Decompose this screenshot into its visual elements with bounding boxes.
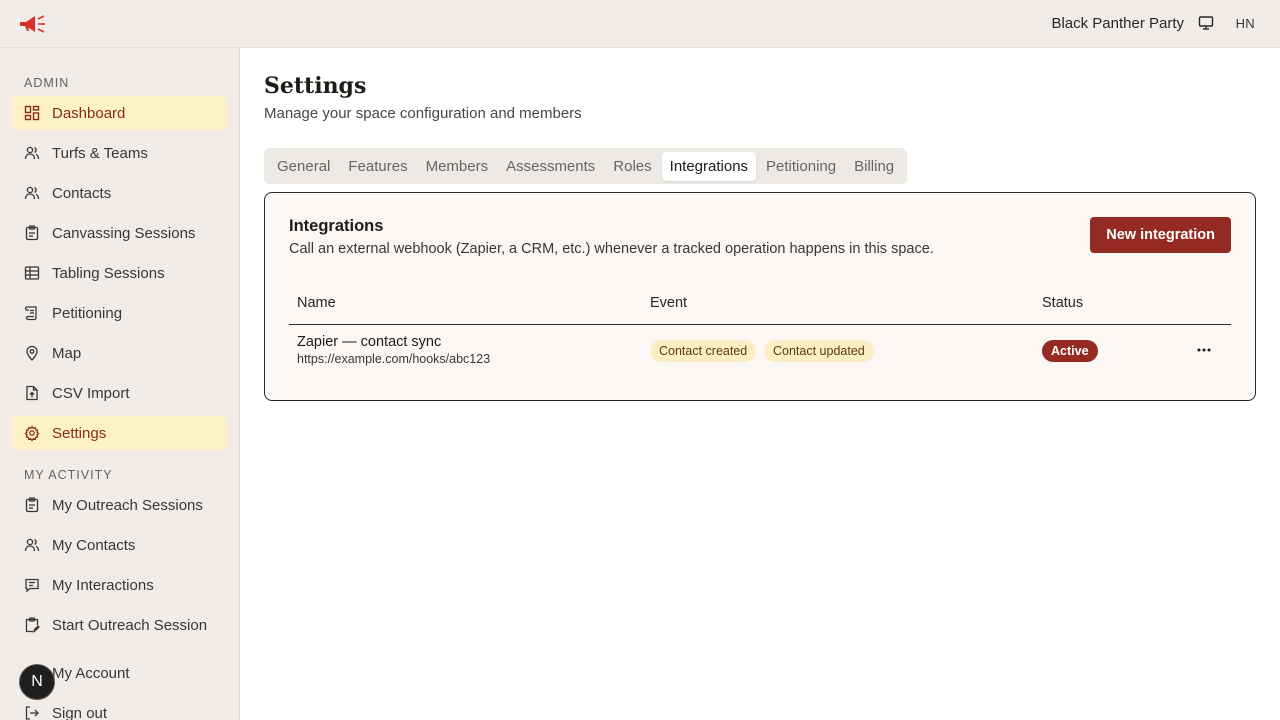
- column-header-status: Status: [1042, 295, 1084, 311]
- tab-general[interactable]: General: [269, 152, 338, 181]
- sidebar-item-label: Petitioning: [52, 304, 123, 322]
- table-icon: [24, 265, 40, 281]
- megaphone-logo-icon[interactable]: [18, 14, 46, 34]
- sign-out-icon: [24, 705, 40, 720]
- event-chip: Contact updated: [764, 340, 874, 362]
- status-badge: Active: [1042, 340, 1098, 362]
- tab-roles[interactable]: Roles: [605, 152, 659, 181]
- card-description: Call an external webhook (Zapier, a CRM,…: [289, 241, 934, 257]
- sidebar-item-label: Turfs & Teams: [52, 144, 148, 162]
- page-subtitle: Manage your space configuration and memb…: [264, 105, 582, 122]
- integration-url: https://example.com/hooks/abc123: [297, 352, 491, 366]
- tab-petitioning[interactable]: Petitioning: [758, 152, 844, 181]
- tab-billing[interactable]: Billing: [846, 152, 902, 181]
- new-integration-button[interactable]: New integration: [1090, 217, 1231, 253]
- sidebar-item-my-contacts[interactable]: My Contacts: [12, 528, 227, 562]
- sidebar-item-label: Canvassing Sessions: [52, 224, 196, 242]
- sidebar-item-start-outreach-session[interactable]: Start Outreach Session: [12, 608, 227, 642]
- sidebar-item-label: Settings: [52, 424, 107, 442]
- sidebar-item-label: Start Outreach Session: [52, 616, 208, 634]
- sidebar-item-contacts[interactable]: Contacts: [12, 176, 227, 210]
- file-upload-icon: [24, 385, 40, 401]
- tab-features[interactable]: Features: [340, 152, 415, 181]
- page-title: Settings: [264, 73, 367, 99]
- map-pin-icon: [24, 345, 40, 361]
- more-options-icon[interactable]: [1195, 341, 1213, 359]
- sidebar-item-sign-out[interactable]: Sign out: [12, 696, 227, 720]
- settings-tabs: General Features Members Assessments Rol…: [264, 148, 908, 184]
- card-title: Integrations: [289, 217, 384, 235]
- message-icon: [24, 577, 40, 593]
- sidebar-item-label: My Outreach Sessions: [52, 496, 203, 514]
- sidebar-item-dashboard[interactable]: Dashboard: [12, 96, 227, 130]
- sidebar-item-label: Tabling Sessions: [52, 264, 165, 282]
- monitor-icon[interactable]: [1198, 15, 1214, 31]
- clipboard-icon: [24, 497, 40, 513]
- sidebar-item-my-outreach-sessions[interactable]: My Outreach Sessions: [12, 488, 227, 522]
- sidebar-item-label: Sign out: [52, 704, 108, 720]
- tab-integrations[interactable]: Integrations: [661, 151, 757, 181]
- sidebar-item-label: Contacts: [52, 184, 112, 202]
- avatar[interactable]: N: [19, 664, 55, 700]
- column-header-event: Event: [650, 295, 688, 311]
- tab-members[interactable]: Members: [418, 152, 497, 181]
- event-chip: Contact created: [650, 340, 757, 362]
- integration-name: Zapier — contact sync: [297, 334, 442, 350]
- sidebar: ADMIN Dashboard Turfs & Teams Contacts C…: [0, 48, 240, 720]
- sidebar-item-settings[interactable]: Settings: [12, 416, 227, 450]
- top-bar: Black Panther Party HN: [0, 0, 1280, 48]
- sidebar-item-label: My Account: [52, 664, 130, 682]
- dashboard-icon: [24, 105, 40, 121]
- users-icon: [24, 145, 40, 161]
- clipboard-edit-icon: [24, 617, 40, 633]
- sidebar-item-canvassing-sessions[interactable]: Canvassing Sessions: [12, 216, 227, 250]
- integrations-card: Integrations Call an external webhook (Z…: [264, 192, 1256, 401]
- sidebar-item-label: My Contacts: [52, 536, 136, 554]
- users-icon: [24, 185, 40, 201]
- sidebar-item-csv-import[interactable]: CSV Import: [12, 376, 227, 410]
- gear-icon: [24, 425, 40, 441]
- sidebar-item-petitioning[interactable]: Petitioning: [12, 296, 227, 330]
- sidebar-item-label: CSV Import: [52, 384, 130, 402]
- column-header-name: Name: [297, 295, 336, 311]
- org-name[interactable]: Black Panther Party: [1051, 15, 1184, 32]
- section-label-admin: ADMIN: [24, 76, 70, 90]
- sidebar-item-label: Map: [52, 344, 82, 362]
- sidebar-item-my-interactions[interactable]: My Interactions: [12, 568, 227, 602]
- sidebar-item-map[interactable]: Map: [12, 336, 227, 370]
- scroll-icon: [24, 305, 40, 321]
- users-icon: [24, 537, 40, 553]
- sidebar-item-tabling-sessions[interactable]: Tabling Sessions: [12, 256, 227, 290]
- user-initials[interactable]: HN: [1236, 16, 1255, 31]
- clipboard-icon: [24, 225, 40, 241]
- sidebar-item-label: My Interactions: [52, 576, 154, 594]
- section-label-my-activity: MY ACTIVITY: [24, 468, 113, 482]
- sidebar-item-turfs-teams[interactable]: Turfs & Teams: [12, 136, 227, 170]
- table-header-divider: [289, 324, 1231, 325]
- sidebar-item-label: Dashboard: [52, 104, 126, 122]
- tab-assessments[interactable]: Assessments: [498, 152, 603, 181]
